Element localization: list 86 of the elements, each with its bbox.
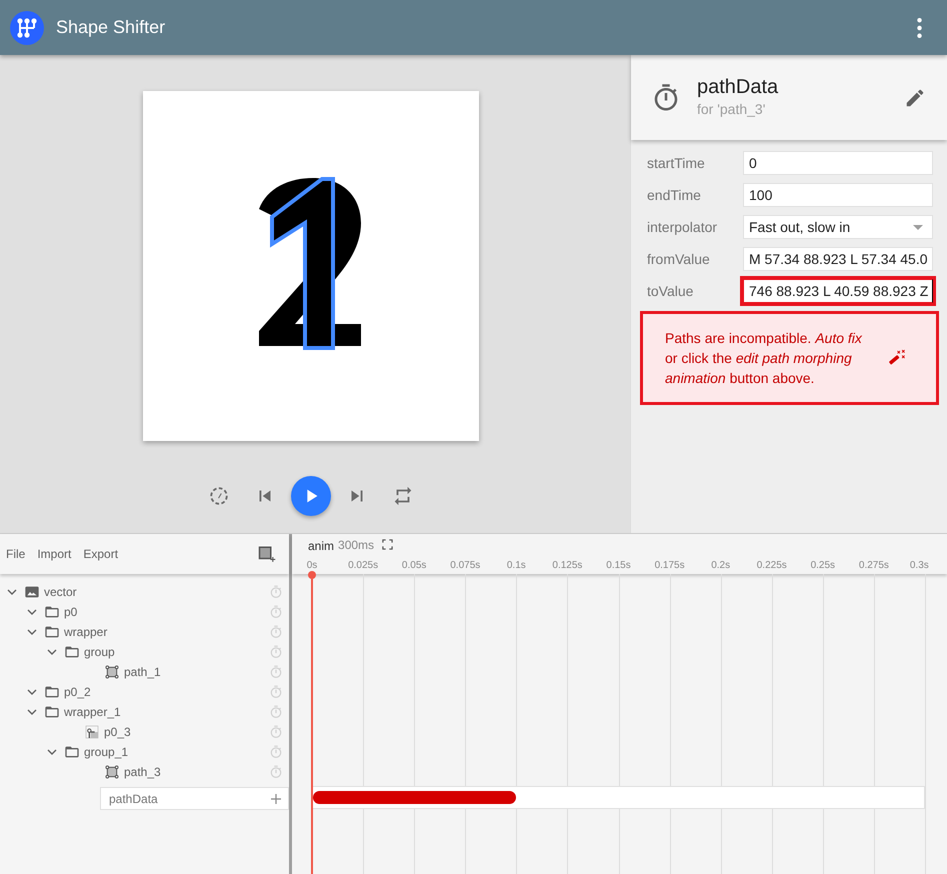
stopwatch-icon: [269, 725, 283, 739]
time-tick-label: 0.125s: [552, 559, 582, 573]
pencil-icon: [904, 86, 926, 108]
layer-item[interactable]: path_1: [0, 662, 289, 682]
stopwatch-icon: [269, 705, 283, 719]
time-tick-label: 0.05s: [402, 559, 426, 573]
stopwatch-icon: [269, 625, 283, 639]
folder-icon: [44, 684, 60, 700]
time-tick-label: 0.25s: [810, 559, 836, 573]
error-message: Paths are incompatible. Auto fix or click the edit path morphing animation button above.: [665, 329, 864, 388]
app-logo-icon: [10, 10, 44, 44]
path-icon: [104, 664, 120, 680]
app-title: Shape Shifter: [56, 16, 166, 39]
layer-name: path_3: [124, 764, 161, 781]
layer-name: vector: [44, 584, 77, 601]
selected-path-outline[interactable]: [270, 177, 335, 350]
stopwatch-icon: [269, 605, 283, 619]
clip-path-icon: [84, 724, 100, 740]
layer-name: wrapper: [64, 624, 108, 641]
layer-item[interactable]: p0: [0, 602, 289, 622]
field-label: startTime: [647, 154, 706, 172]
time-tick-label: 0.225s: [756, 559, 787, 573]
folder-icon: [44, 704, 60, 720]
stopwatch-icon: [269, 685, 283, 699]
menu-item[interactable]: Export: [77, 544, 124, 564]
time-tick-label: 0.075s: [450, 559, 480, 573]
time-tick-label: 0.15s: [606, 559, 631, 573]
image-icon: [24, 584, 40, 600]
time-tick-label: 0.3s: [910, 559, 929, 573]
layer-item[interactable]: group_1: [0, 742, 289, 762]
folder-icon: [64, 744, 80, 760]
time-tick-label: 0.175s: [654, 559, 685, 573]
layer-item[interactable]: group: [0, 642, 289, 662]
folder-icon: [44, 604, 60, 620]
fullscreen-icon: [382, 539, 394, 550]
path-icon: [104, 764, 120, 780]
layer-item[interactable]: p0_3: [0, 722, 289, 742]
dropdown-caret-icon: [913, 224, 923, 230]
layer-item[interactable]: path_3: [0, 762, 289, 782]
input-field[interactable]: 746 88.923 L 40.59 88.923 Z: [743, 279, 933, 303]
slow-motion-icon: [208, 485, 230, 507]
animation-name: anim: [308, 538, 334, 555]
layer-name: path_1: [124, 664, 161, 681]
layer-name: p0_3: [104, 724, 131, 741]
field-label: toValue: [647, 282, 694, 300]
folder-icon: [64, 644, 80, 660]
time-tick-label: 0.025s: [348, 559, 378, 573]
play-button[interactable]: [291, 476, 331, 516]
animation-duration: 300ms: [338, 536, 374, 554]
inspector-title: pathData: [697, 75, 778, 99]
layer-name: group_1: [84, 744, 128, 761]
layer-name: p0: [64, 604, 78, 621]
folder-icon: [44, 624, 60, 640]
layer-item[interactable]: vector: [0, 582, 289, 602]
stopwatch-icon: [269, 665, 283, 679]
stopwatch-icon: [269, 765, 283, 779]
time-tick-label: 0.2s: [711, 559, 730, 573]
inspector-subtitle: for 'path_3': [697, 100, 766, 119]
layer-item[interactable]: wrapper: [0, 622, 289, 642]
playhead-handle[interactable]: [308, 571, 316, 579]
layer-item[interactable]: p0_2: [0, 682, 289, 702]
animated-property-row[interactable]: pathData: [100, 787, 289, 810]
layer-name: group: [84, 644, 115, 661]
stopwatch-icon: [269, 645, 283, 659]
add-layer-button[interactable]: [257, 544, 277, 564]
property-name: pathData: [109, 790, 158, 808]
input-field[interactable]: M 57.34 88.923 L 57.34 45.0: [743, 247, 933, 271]
stopwatch-icon: [269, 745, 283, 759]
time-tick-label: 0.1s: [506, 559, 526, 573]
layer-item[interactable]: wrapper_1: [0, 702, 289, 722]
input-field[interactable]: 0: [743, 151, 933, 175]
time-tick-label: 0s: [306, 559, 318, 573]
menu-item[interactable]: Import: [31, 544, 78, 564]
field-label: interpolator: [647, 218, 718, 237]
layer-name: p0_2: [64, 684, 91, 701]
stopwatch-icon: [269, 585, 283, 599]
field-label: fromValue: [647, 250, 711, 268]
time-tick-label: 0.275s: [858, 559, 889, 573]
input-field[interactable]: 100: [743, 183, 933, 207]
repeat-icon: [392, 485, 414, 507]
layer-name: wrapper_1: [64, 704, 121, 721]
field-label: endTime: [647, 186, 702, 204]
more-icon: [916, 18, 922, 38]
add-icon: [270, 792, 282, 804]
interpolator-dropdown[interactable]: Fast out, slow in: [743, 215, 933, 239]
menu-item[interactable]: File: [0, 544, 32, 564]
